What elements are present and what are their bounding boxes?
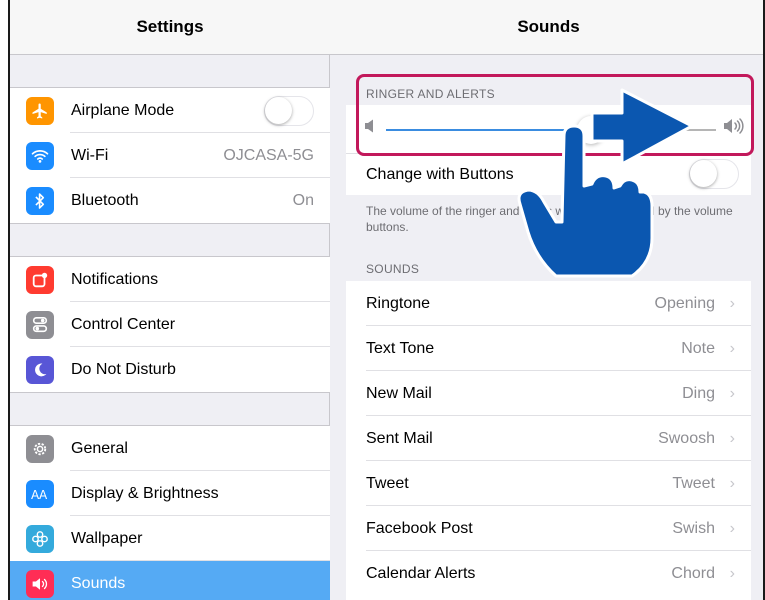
sidebar-group-system: Notifications Control Center Do Not Dist…	[10, 256, 330, 393]
ringer-panel: Change with Buttons	[346, 105, 751, 195]
sound-row-value: Swish	[672, 519, 715, 537]
toggle-knob	[265, 96, 292, 124]
sound-row-tweet[interactable]: Tweet Tweet ›	[346, 461, 751, 506]
sound-row-value: Note	[681, 339, 715, 357]
notifications-icon	[26, 265, 54, 294]
settings-window: Settings Airplane Mode Wi-Fi OJCASA-5G B…	[8, 0, 765, 600]
sidebar-header: Settings	[10, 0, 330, 55]
bluetooth-status-value: On	[292, 191, 314, 209]
control-center-icon	[26, 310, 54, 339]
toggle-knob	[690, 160, 717, 187]
sidebar-title: Settings	[136, 17, 204, 36]
chevron-right-icon: ›	[729, 564, 735, 582]
sound-row-value: Ding	[682, 384, 715, 402]
sidebar-item-sounds[interactable]: Sounds	[10, 561, 330, 600]
change-with-buttons-label: Change with Buttons	[366, 165, 514, 183]
sound-row-new-mail[interactable]: New Mail Ding ›	[346, 371, 751, 416]
sidebar-item-label: Control Center	[71, 315, 176, 333]
sidebar-item-wallpaper[interactable]: Wallpaper	[10, 516, 330, 561]
sidebar-group-device: General AA Display & Brightness Wallpape…	[10, 425, 330, 600]
moon-icon	[26, 355, 54, 384]
change-with-buttons-row: Change with Buttons	[346, 153, 751, 195]
chevron-right-icon: ›	[729, 429, 735, 447]
sidebar-item-general[interactable]: General	[10, 426, 330, 471]
sidebar-group-connectivity: Airplane Mode Wi-Fi OJCASA-5G Bluetooth …	[10, 87, 330, 224]
sound-row-sent-mail[interactable]: Sent Mail Swoosh ›	[346, 416, 751, 461]
wifi-network-value: OJCASA-5G	[223, 146, 314, 164]
slider-fill	[386, 129, 591, 131]
sidebar-item-label: Bluetooth	[71, 191, 139, 209]
slider-knob[interactable]	[576, 116, 605, 144]
sidebar-item-bluetooth[interactable]: Bluetooth On	[10, 178, 330, 223]
page-title: Sounds	[517, 17, 580, 36]
sidebar-item-display-brightness[interactable]: AA Display & Brightness	[10, 471, 330, 516]
sound-row-label: Tweet	[366, 474, 409, 492]
sidebar-item-label: Sounds	[71, 574, 126, 592]
sidebar-item-control-center[interactable]: Control Center	[10, 302, 330, 347]
chevron-right-icon: ›	[729, 384, 735, 402]
sound-row-label: Calendar Alerts	[366, 564, 476, 582]
sidebar-item-label: Wi-Fi	[71, 146, 109, 164]
chevron-right-icon: ›	[729, 519, 735, 537]
volume-low-icon	[364, 119, 376, 138]
sidebar-item-do-not-disturb[interactable]: Do Not Disturb	[10, 347, 330, 392]
sound-row-label: New Mail	[366, 384, 432, 402]
airplane-mode-toggle[interactable]	[264, 95, 314, 126]
sidebar-item-label: Display & Brightness	[71, 484, 219, 502]
sidebar-item-label: Do Not Disturb	[71, 360, 176, 378]
sound-row-calendar-alerts[interactable]: Calendar Alerts Chord ›	[346, 551, 751, 596]
sounds-section-title: SOUNDS	[366, 262, 420, 276]
sidebar-item-label: General	[71, 439, 128, 457]
sound-row-value: Tweet	[672, 474, 715, 492]
sounds-header: Sounds	[330, 0, 763, 55]
change-with-buttons-toggle[interactable]	[689, 159, 739, 189]
sound-row-value: Chord	[671, 564, 715, 582]
bluetooth-icon	[26, 186, 54, 215]
ringer-footnote: The volume of the ringer and alerts will…	[366, 204, 733, 234]
sound-row-label: Ringtone	[366, 294, 431, 312]
volume-high-icon	[723, 117, 745, 140]
display-brightness-icon: AA	[26, 479, 54, 508]
ringer-section-title: RINGER AND ALERTS	[366, 87, 495, 101]
speaker-icon	[26, 569, 54, 598]
sound-row-ringtone[interactable]: Ringtone Opening ›	[346, 281, 751, 326]
sound-row-label: Text Tone	[366, 339, 435, 357]
chevron-right-icon: ›	[729, 474, 735, 492]
sidebar-item-wifi[interactable]: Wi-Fi OJCASA-5G	[10, 133, 330, 178]
sounds-list: Ringtone Opening › Text Tone Note › New …	[346, 281, 751, 600]
chevron-right-icon: ›	[729, 339, 735, 357]
sidebar-item-label: Notifications	[71, 270, 159, 288]
sidebar-item-airplane-mode[interactable]: Airplane Mode	[10, 88, 330, 133]
wallpaper-icon	[26, 524, 54, 553]
sound-row-text-tone[interactable]: Text Tone Note ›	[346, 326, 751, 371]
sound-row-facebook-post[interactable]: Facebook Post Swish ›	[346, 506, 751, 551]
svg-text:A: A	[39, 488, 48, 501]
chevron-right-icon: ›	[729, 294, 735, 312]
sound-row-label: Sent Mail	[366, 429, 433, 447]
sidebar-item-label: Airplane Mode	[71, 101, 175, 119]
sidebar-item-notifications[interactable]: Notifications	[10, 257, 330, 302]
ringer-volume-slider[interactable]	[386, 116, 716, 144]
airplane-icon	[26, 96, 54, 125]
sound-row-label: Facebook Post	[366, 519, 473, 537]
sound-row-value: Swoosh	[658, 429, 715, 447]
sound-row-value: Opening	[654, 294, 716, 312]
gear-icon	[26, 434, 54, 463]
sidebar-item-label: Wallpaper	[71, 529, 143, 547]
sounds-pane: Sounds RINGER AND ALERTS Change with But…	[330, 0, 763, 600]
settings-sidebar: Settings Airplane Mode Wi-Fi OJCASA-5G B…	[10, 0, 330, 600]
wifi-icon	[26, 141, 54, 170]
